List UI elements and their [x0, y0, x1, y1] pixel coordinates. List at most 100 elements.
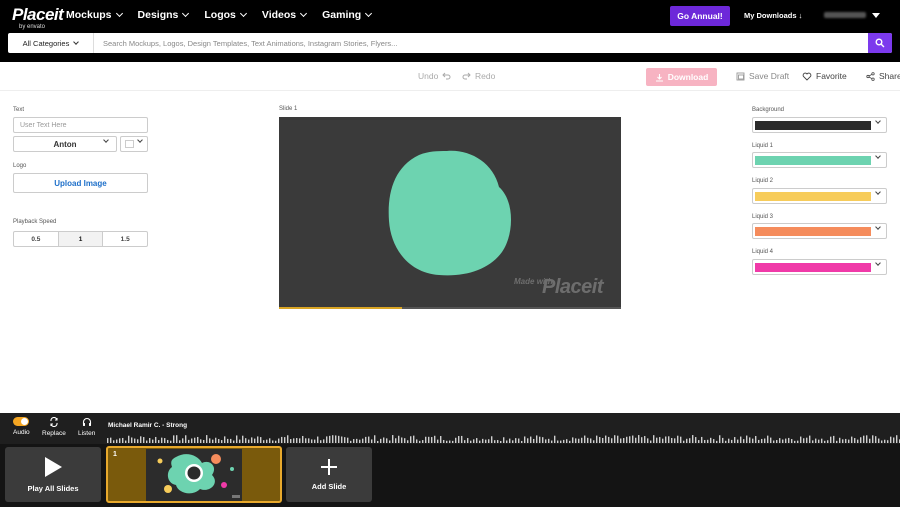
chevron-down-icon [875, 224, 881, 230]
share-button[interactable]: Share [866, 71, 900, 81]
video-preview-canvas[interactable]: Made with Placeit [279, 117, 621, 309]
chevron-down-icon [875, 189, 881, 195]
save-draft-label: Save Draft [749, 71, 790, 81]
add-slide-button[interactable]: Add Slide [286, 447, 372, 502]
text-color-select[interactable] [120, 136, 148, 152]
speed-option-0-5[interactable]: 0.5 [14, 232, 59, 246]
audio-label: Audio [13, 429, 30, 436]
replace-audio-button[interactable]: Replace [42, 417, 66, 437]
logo-text: Placeit [12, 5, 64, 24]
chevron-down-icon [300, 9, 308, 18]
play-icon [45, 457, 62, 477]
slide-thumbnail-image [146, 449, 242, 501]
nav-videos-label: Videos [261, 9, 297, 21]
audio-waveform[interactable] [107, 435, 900, 443]
liquid-3-color-select[interactable] [752, 223, 887, 239]
heart-icon [802, 72, 812, 81]
top-navigation: Placeit by envato Mockups Designs Logos … [0, 0, 900, 62]
nav-mockups-label: Mockups [66, 9, 112, 21]
chevron-down-icon [103, 137, 109, 143]
nav-gaming-label: Gaming [322, 9, 362, 21]
search-icon [875, 38, 885, 48]
chevron-down-icon [875, 260, 881, 266]
placeit-logo[interactable]: Placeit by envato [12, 5, 64, 31]
text-color-swatch [125, 140, 134, 148]
slide-title: Slide 1 [279, 106, 298, 112]
playback-speed-group: 0.5 1 1.5 [13, 231, 148, 247]
redo-button[interactable]: Redo [462, 71, 495, 81]
user-menu-caret-icon[interactable] [872, 13, 880, 18]
undo-button[interactable]: Undo [418, 71, 451, 81]
logo-subtext: by envato [19, 24, 46, 30]
add-slide-label: Add Slide [311, 482, 347, 491]
go-annual-button[interactable]: Go Annual! [670, 6, 730, 26]
share-icon [866, 71, 875, 81]
redo-label: Redo [475, 71, 496, 81]
liquid-3-color-swatch [755, 227, 871, 236]
chevron-down-icon [137, 137, 143, 143]
audio-toggle-switch [13, 417, 30, 426]
user-text-input[interactable] [13, 117, 148, 133]
listen-label: Listen [78, 430, 96, 437]
nav-videos[interactable]: Videos [261, 9, 308, 21]
undo-icon [442, 72, 451, 80]
chevron-down-icon [875, 118, 881, 124]
font-select-value: Anton [53, 139, 77, 149]
slide-number: 1 [113, 451, 117, 458]
favorite-button[interactable]: Favorite [802, 71, 847, 81]
chevron-down-icon [73, 38, 80, 45]
my-downloads-link[interactable]: My Downloads ↓ [744, 11, 802, 20]
chevron-down-icon [182, 9, 190, 18]
liquid-4-color-select[interactable] [752, 259, 887, 275]
slides-bar: Play All Slides 1 Add Slide [0, 444, 900, 507]
audio-toggle[interactable]: Audio [13, 417, 30, 436]
plus-icon [321, 459, 337, 475]
download-label: Download [667, 72, 709, 82]
download-button[interactable]: Download [646, 68, 717, 86]
liquid-4-color-swatch [755, 263, 871, 272]
search-input[interactable] [103, 33, 863, 53]
slide-thumbnail-1[interactable]: 1 [106, 446, 282, 503]
replace-icon [50, 417, 58, 427]
background-color-label: Background [752, 107, 785, 113]
nav-gaming[interactable]: Gaming [322, 9, 373, 21]
chevron-down-icon [875, 153, 881, 159]
font-select[interactable]: Anton [13, 136, 117, 152]
upload-image-button[interactable]: Upload Image [13, 173, 148, 193]
liquid-2-color-swatch [755, 192, 871, 201]
save-draft-button[interactable]: Save Draft [736, 71, 789, 81]
undo-label: Undo [418, 71, 439, 81]
play-all-label: Play All Slides [27, 484, 79, 493]
search-bar: All Categories [8, 33, 892, 53]
placeit-watermark: Made with Placeit [514, 276, 603, 299]
redo-icon [462, 72, 471, 80]
track-name: Michael Ramir C. - Strong [108, 422, 188, 429]
replace-label: Replace [42, 430, 66, 437]
search-button[interactable] [868, 33, 892, 53]
playback-speed-label: Playback Speed [13, 219, 57, 225]
video-progress-bar[interactable] [279, 307, 621, 309]
watermark-made-with: Made with [514, 277, 553, 286]
liquid-2-label: Liquid 2 [752, 178, 774, 184]
audio-bar: Audio Replace Listen Michael Ramir C. - … [0, 413, 900, 444]
liquid-1-label: Liquid 1 [752, 143, 774, 149]
nav-logos-label: Logos [204, 9, 236, 21]
play-all-slides-button[interactable]: Play All Slides [5, 447, 101, 502]
nav-mockups[interactable]: Mockups [66, 9, 123, 21]
category-select[interactable]: All Categories [8, 33, 94, 53]
nav-designs-label: Designs [137, 9, 179, 21]
liquid-2-color-select[interactable] [752, 188, 887, 204]
download-arrow-icon: ↓ [798, 11, 803, 20]
speed-option-1[interactable]: 1 [58, 232, 104, 246]
chevron-down-icon [239, 9, 247, 18]
liquid-1-color-select[interactable] [752, 152, 887, 168]
user-name-blurred[interactable] [824, 12, 866, 18]
liquid-4-label: Liquid 4 [752, 249, 774, 255]
headphones-icon [82, 417, 91, 426]
listen-button[interactable]: Listen [78, 417, 95, 437]
background-color-select[interactable] [752, 117, 887, 133]
background-color-swatch [755, 121, 871, 130]
speed-option-1-5[interactable]: 1.5 [103, 232, 147, 246]
nav-logos[interactable]: Logos [204, 9, 247, 21]
nav-designs[interactable]: Designs [137, 9, 190, 21]
